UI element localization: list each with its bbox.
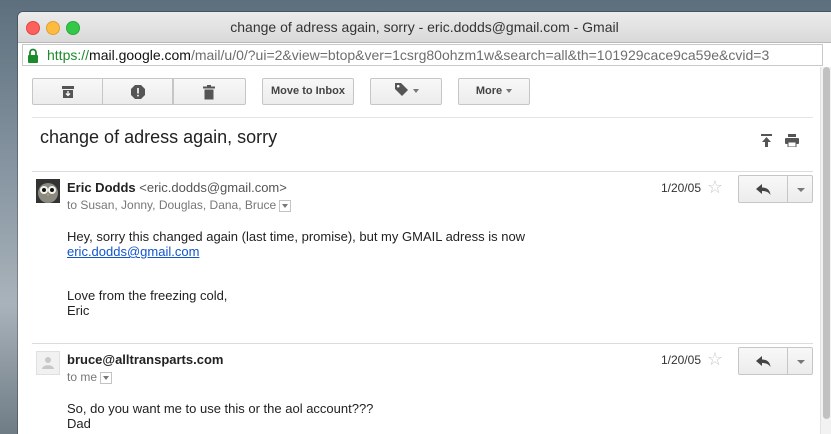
- sender-line: bruce@alltransparts.com: [67, 352, 223, 367]
- chevron-down-icon: [506, 89, 513, 94]
- url-field[interactable]: https://mail.google.com/mail/u/0/?ui=2&v…: [22, 44, 823, 66]
- recipients: to me: [67, 370, 113, 384]
- archive-button[interactable]: [32, 78, 103, 105]
- thread-subject: change of adress again, sorry: [40, 127, 278, 147]
- lock-icon: [27, 47, 43, 65]
- labels-button[interactable]: [370, 78, 442, 105]
- avatar[interactable]: [36, 179, 60, 203]
- close-window-button[interactable]: [26, 21, 40, 35]
- more-button[interactable]: More: [458, 78, 530, 105]
- more-label: More: [475, 85, 503, 97]
- sender-name[interactable]: bruce@alltransparts.com: [67, 352, 223, 367]
- owl-avatar-icon: [36, 179, 60, 203]
- reply-icon: [756, 356, 771, 367]
- recipients-text: to Susan, Jonny, Douglas, Dana, Bruce: [67, 198, 277, 212]
- body-line: Eric: [67, 303, 90, 318]
- recipients: to Susan, Jonny, Douglas, Dana, Bruce: [67, 198, 292, 212]
- default-avatar-icon: [42, 357, 54, 369]
- toolbar-divider: [32, 117, 813, 118]
- minimize-window-button[interactable]: [46, 21, 60, 35]
- body-line: So, do you want me to use this or the ao…: [67, 401, 374, 416]
- recipients-text: to me: [67, 370, 98, 384]
- scrollbar[interactable]: [820, 67, 831, 434]
- message-date: 1/20/05: [660, 181, 701, 195]
- window-title: change of adress again, sorry - eric.dod…: [230, 19, 619, 35]
- message-more-button[interactable]: [787, 347, 813, 375]
- delete-button[interactable]: [173, 78, 246, 105]
- new-window-icon[interactable]: [760, 134, 773, 152]
- reply-button[interactable]: [738, 175, 788, 203]
- message-bruce: bruce@alltransparts.com to me 1/20/05 ☆ …: [32, 345, 813, 434]
- subject-actions: [752, 134, 799, 152]
- show-details-button[interactable]: [279, 199, 292, 212]
- sender-line: Eric Dodds <eric.dodds@gmail.com>: [67, 180, 287, 195]
- message-divider: [32, 343, 813, 344]
- message-body: Hey, sorry this changed again (last time…: [67, 229, 525, 318]
- body-line: Hey, sorry this changed again (last time…: [67, 229, 526, 244]
- trash-icon: [203, 85, 215, 100]
- archive-icon: [62, 86, 74, 98]
- show-details-button[interactable]: [100, 371, 113, 384]
- url-host: mail.google.com: [89, 47, 191, 63]
- star-icon[interactable]: ☆: [707, 349, 723, 370]
- label-tag-icon: [394, 83, 408, 97]
- url-path: /mail/u/0/?ui=2&view=btop&ver=1csrg80ohz…: [190, 47, 770, 63]
- body-line: Dad: [67, 416, 91, 431]
- report-spam-button[interactable]: [102, 78, 173, 105]
- sender-name[interactable]: Eric Dodds: [67, 180, 136, 195]
- maximize-window-button[interactable]: [66, 21, 80, 35]
- gmail-content: Move to Inbox More change of adress agai…: [18, 67, 831, 434]
- url-scheme: https://: [47, 47, 90, 63]
- message-eric-dodds: Eric Dodds <eric.dodds@gmail.com> to Sus…: [32, 173, 813, 341]
- email-link[interactable]: eric.dodds@gmail.com: [67, 244, 525, 259]
- report-spam-icon: [131, 85, 145, 99]
- body-line: Love from the freezing cold,: [67, 288, 228, 303]
- print-icon[interactable]: [785, 134, 799, 152]
- sender-email: <eric.dodds@gmail.com>: [139, 180, 287, 195]
- reply-button[interactable]: [738, 347, 788, 375]
- message-more-button[interactable]: [787, 175, 813, 203]
- avatar[interactable]: [36, 351, 60, 375]
- address-bar: https://mail.google.com/mail/u/0/?ui=2&v…: [18, 42, 831, 68]
- move-to-inbox-button[interactable]: Move to Inbox: [262, 78, 354, 105]
- action-button-group: [32, 78, 246, 105]
- reply-icon: [756, 184, 771, 195]
- browser-window: change of adress again, sorry - eric.dod…: [18, 12, 831, 434]
- chevron-down-icon: [412, 89, 419, 94]
- message-body: So, do you want me to use this or the ao…: [67, 401, 373, 434]
- scrollbar-thumb[interactable]: [823, 67, 830, 419]
- title-bar: change of adress again, sorry - eric.dod…: [18, 12, 831, 42]
- message-divider: [32, 171, 813, 172]
- star-icon[interactable]: ☆: [707, 177, 723, 198]
- message-date: 1/20/05: [660, 353, 701, 367]
